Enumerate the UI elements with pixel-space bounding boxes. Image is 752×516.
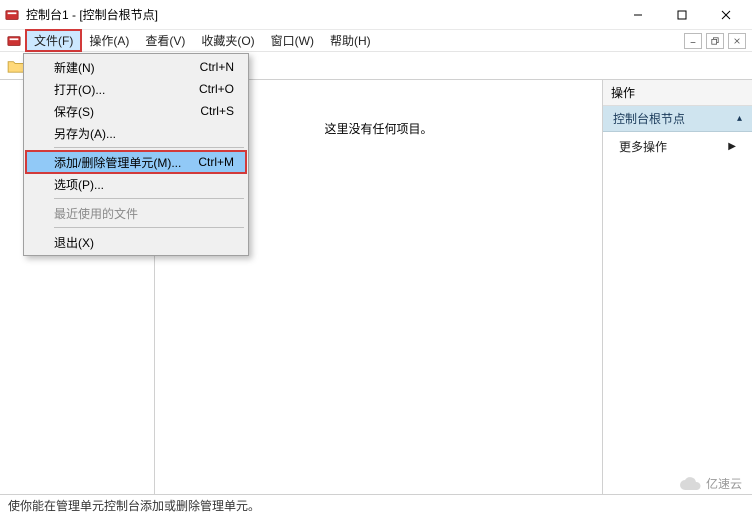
menu-item-label: 另存为(A)... — [54, 125, 116, 142]
titlebar: 控制台1 - [控制台根节点] — [0, 0, 752, 30]
menu-separator — [54, 198, 244, 199]
menu-item-add-remove-snapin[interactable]: 添加/删除管理单元(M)... Ctrl+M — [26, 151, 246, 173]
menu-item-label: 保存(S) — [54, 103, 94, 120]
menu-item-shortcut: Ctrl+O — [199, 82, 234, 96]
window-controls — [616, 0, 748, 30]
mdi-minimize-button[interactable] — [684, 33, 702, 49]
menu-item-saveas[interactable]: 另存为(A)... — [26, 122, 246, 144]
menu-item-label: 打开(O)... — [54, 81, 105, 98]
close-button[interactable] — [704, 0, 748, 30]
mdi-restore-button[interactable] — [706, 33, 724, 49]
actions-panel: 操作 控制台根节点 ▴ 更多操作 ▶ — [602, 80, 752, 494]
menu-item-label: 最近使用的文件 — [54, 205, 138, 222]
menu-item-open[interactable]: 打开(O)... Ctrl+O — [26, 78, 246, 100]
menu-window[interactable]: 窗口(W) — [263, 30, 322, 51]
mdi-controls — [684, 33, 746, 49]
menu-item-exit[interactable]: 退出(X) — [26, 231, 246, 253]
menu-view[interactable]: 查看(V) — [137, 30, 193, 51]
window-title: 控制台1 - [控制台根节点] — [26, 6, 616, 23]
maximize-button[interactable] — [660, 0, 704, 30]
menu-item-save[interactable]: 保存(S) Ctrl+S — [26, 100, 246, 122]
menu-item-label: 选项(P)... — [54, 176, 104, 193]
file-menu-dropdown: 新建(N) Ctrl+N 打开(O)... Ctrl+O 保存(S) Ctrl+… — [23, 53, 249, 256]
menubar: 文件(F) 操作(A) 查看(V) 收藏夹(O) 窗口(W) 帮助(H) — [0, 30, 752, 52]
mdi-close-button[interactable] — [728, 33, 746, 49]
menu-action[interactable]: 操作(A) — [81, 30, 137, 51]
menu-item-new[interactable]: 新建(N) Ctrl+N — [26, 56, 246, 78]
chevron-right-icon: ▶ — [728, 141, 736, 152]
menu-help[interactable]: 帮助(H) — [322, 30, 379, 51]
menu-item-label: 新建(N) — [54, 59, 95, 76]
cloud-icon — [678, 476, 702, 492]
actions-more-label: 更多操作 — [619, 138, 667, 155]
menu-item-shortcut: Ctrl+N — [200, 60, 234, 74]
watermark: 亿速云 — [678, 475, 742, 492]
actions-section-header[interactable]: 控制台根节点 ▴ — [603, 106, 752, 132]
menu-separator — [54, 147, 244, 148]
menu-item-recent: 最近使用的文件 — [26, 202, 246, 224]
mmc-icon — [5, 32, 23, 50]
menu-favorites[interactable]: 收藏夹(O) — [193, 30, 262, 51]
actions-section-label: 控制台根节点 — [613, 110, 685, 127]
menu-item-shortcut: Ctrl+S — [200, 104, 234, 118]
menu-item-label: 退出(X) — [54, 234, 94, 251]
collapse-icon: ▴ — [737, 113, 742, 124]
menu-item-label: 添加/删除管理单元(M)... — [54, 154, 181, 171]
app-icon — [4, 7, 20, 23]
actions-panel-title: 操作 — [603, 80, 752, 106]
actions-more-item[interactable]: 更多操作 ▶ — [603, 132, 752, 161]
minimize-button[interactable] — [616, 0, 660, 30]
menu-item-shortcut: Ctrl+M — [198, 155, 234, 169]
watermark-text: 亿速云 — [706, 475, 742, 492]
menu-item-options[interactable]: 选项(P)... — [26, 173, 246, 195]
statusbar: 使你能在管理单元控制台添加或删除管理单元。 — [0, 495, 752, 516]
menu-file[interactable]: 文件(F) — [26, 30, 81, 51]
menu-separator — [54, 227, 244, 228]
